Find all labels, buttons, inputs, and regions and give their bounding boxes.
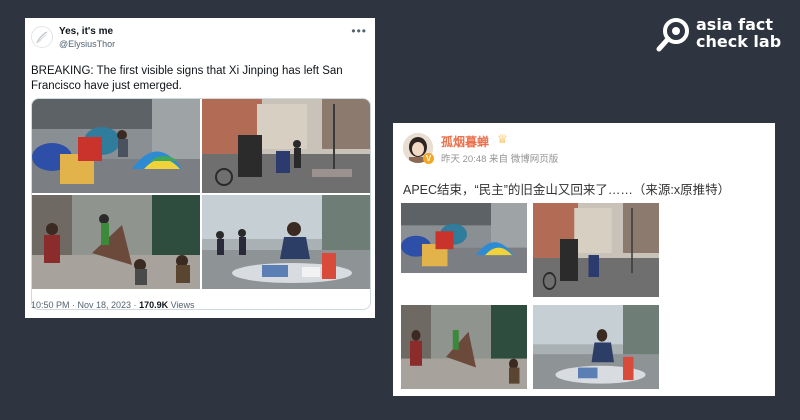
tweet-author-name[interactable]: Yes, it's me [59, 26, 113, 37]
weibo-post-meta: 昨天 20:48 来自 微博网页版 [441, 154, 559, 165]
more-icon[interactable]: ••• [351, 24, 367, 38]
photo-sidewalk-people[interactable] [32, 195, 200, 289]
tweet-card: Yes, it's me @ElysiusThor ••• BREAKING: … [25, 18, 375, 318]
weibo-post-text: APEC结束，“民主”的旧金山又回来了……（来源:x原推特） [403, 183, 731, 197]
tweet-views-label: Views [168, 300, 195, 310]
photo-tents-street[interactable] [32, 99, 200, 193]
asia-fact-check-lab-logo: asia fact check lab [656, 14, 796, 56]
tweet-photo-grid [31, 98, 371, 310]
weibo-photo-tents-street[interactable] [401, 203, 527, 273]
weibo-photo-sidewalk-debris[interactable] [533, 305, 659, 389]
weibo-card: V 孤烟暮蝉 ♕ 昨天 20:48 来自 微博网页版 APEC结束，“民主”的旧… [393, 123, 775, 396]
crown-icon: ♕ [497, 132, 508, 146]
weibo-photo-street-trash[interactable] [533, 203, 659, 297]
user-avatar-icon[interactable] [31, 26, 53, 48]
brand-line-1: asia fact [696, 15, 774, 34]
tweet-author-handle[interactable]: @ElysiusThor [59, 39, 115, 49]
tweet-views-count: 170.9K [139, 300, 169, 310]
tweet-text: BREAKING: The first visible signs that X… [31, 65, 343, 92]
tweet-meta: 10:50 PM · Nov 18, 2023 · 170.9K Views [31, 300, 194, 310]
magnifier-icon [656, 18, 689, 52]
photo-street-trash[interactable] [202, 99, 370, 193]
photo-sidewalk-debris[interactable] [202, 195, 370, 289]
tweet-timestamp[interactable]: 10:50 PM · Nov 18, 2023 · [31, 300, 139, 310]
weibo-photo-sidewalk-people[interactable] [401, 305, 527, 389]
verified-badge-icon: V [423, 153, 434, 164]
weibo-author-name[interactable]: 孤烟暮蝉 [441, 133, 489, 150]
brand-line-2: check lab [696, 32, 782, 51]
